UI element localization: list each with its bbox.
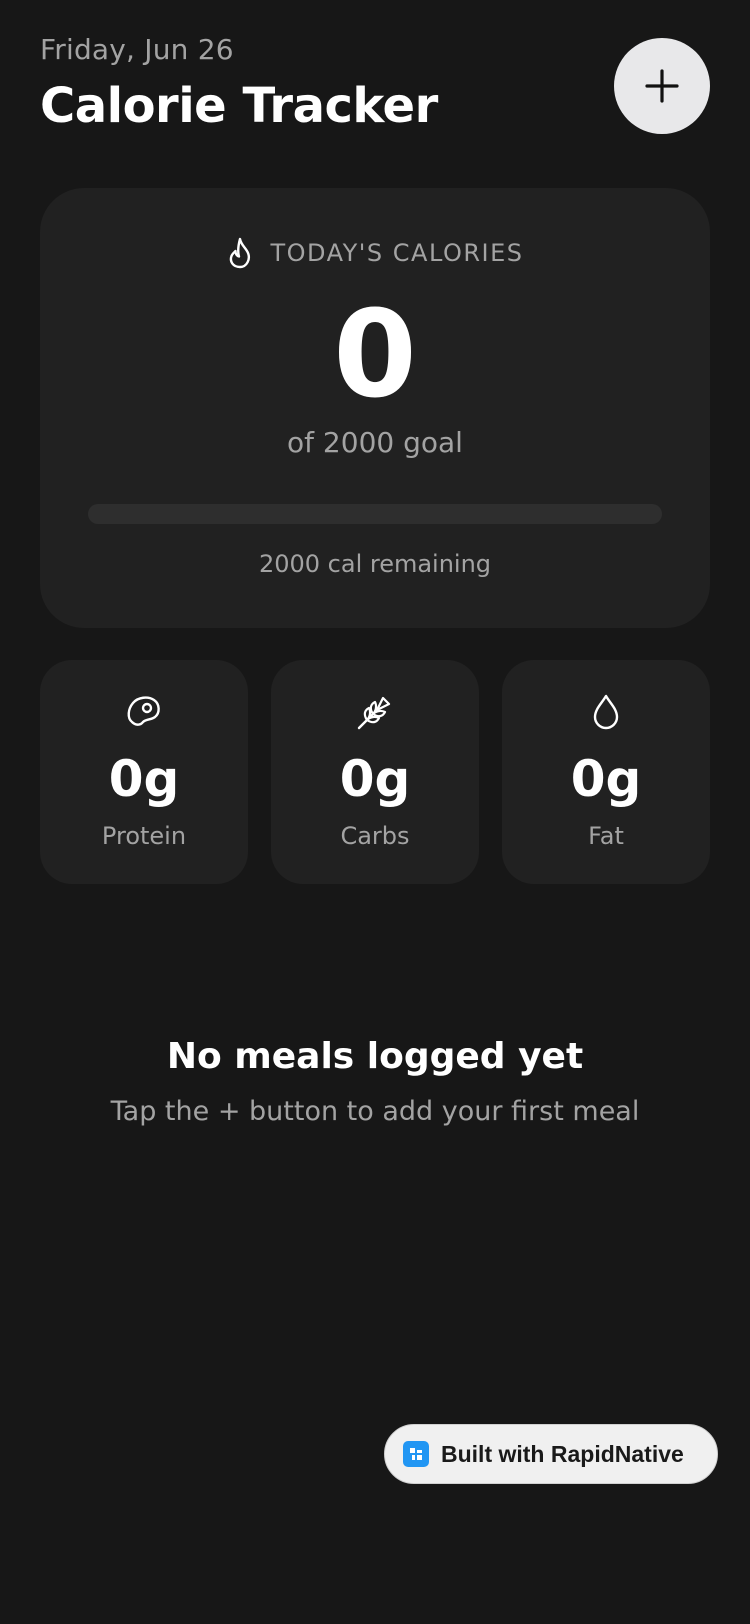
macro-card-fat: 0g Fat xyxy=(502,660,710,884)
macro-card-protein: 0g Protein xyxy=(40,660,248,884)
rapidnative-logo-icon xyxy=(403,1441,429,1467)
built-with-badge[interactable]: Built with RapidNative xyxy=(384,1424,718,1484)
droplet-icon xyxy=(593,694,619,730)
calories-progress-bar xyxy=(88,504,662,524)
date-label: Friday, Jun 26 xyxy=(40,33,234,66)
carbs-label: Carbs xyxy=(340,822,410,850)
empty-state-title: No meals logged yet xyxy=(166,1036,584,1077)
calories-goal: of 2000 goal xyxy=(287,426,463,459)
add-meal-button[interactable] xyxy=(614,38,710,134)
fat-label: Fat xyxy=(588,822,624,850)
macro-card-carbs: 0g Carbs xyxy=(271,660,479,884)
fat-value: 0g xyxy=(570,750,642,808)
steak-icon xyxy=(127,696,160,726)
protein-label: Protein xyxy=(101,822,187,850)
calories-header: TODAY'S CALORIES xyxy=(40,236,710,270)
badge-label: Built with RapidNative xyxy=(441,1440,684,1467)
calories-value: 0 xyxy=(333,286,417,425)
page-title: Calorie Tracker xyxy=(40,78,438,134)
flame-icon xyxy=(230,237,251,269)
wheat-icon xyxy=(357,696,391,730)
empty-state-subtitle: Tap the + button to add your first meal xyxy=(110,1096,640,1127)
protein-value: 0g xyxy=(108,750,180,808)
plus-icon xyxy=(645,69,679,103)
calories-label: TODAY'S CALORIES xyxy=(270,239,524,267)
calories-remaining: 2000 cal remaining xyxy=(258,550,492,578)
carbs-value: 0g xyxy=(339,750,411,808)
calories-card: TODAY'S CALORIES 0 of 2000 goal 2000 cal… xyxy=(40,188,710,628)
